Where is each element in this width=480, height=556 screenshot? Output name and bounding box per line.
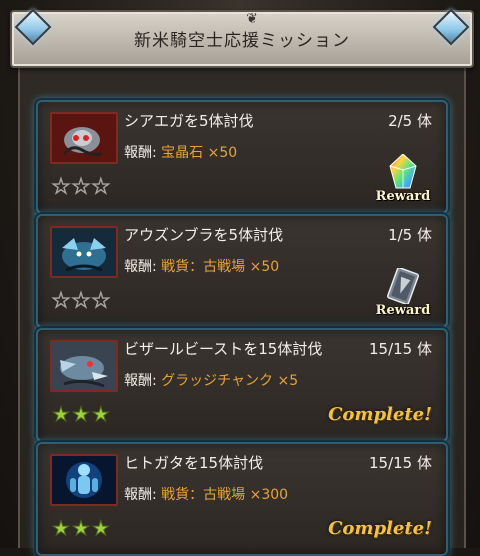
reward-label: Reward	[375, 303, 431, 318]
ornament-icon: ❦	[246, 11, 258, 27]
star-full-icon: ★	[91, 402, 112, 427]
mission-card[interactable]: シアエガを5体討伐 2/5 体 報酬: 宝晶石 ×50 ★★★ Reward	[36, 100, 448, 214]
reward-prefix: 報酬:	[124, 145, 162, 161]
reward-value: グラッジチャンク ×5	[161, 373, 299, 389]
reward-line: 報酬: 宝晶石 ×50	[124, 142, 237, 162]
star-full-icon: ★	[71, 516, 92, 541]
mission-title: ヒトガタを15体討伐	[124, 454, 264, 472]
window-header: ❦ 新米騎空士応援ミッション	[10, 10, 474, 68]
enemy-thumbnail-icon	[50, 454, 118, 506]
mission-progress: 2/5 体	[388, 112, 432, 130]
mission-progress: 15/15 体	[369, 454, 432, 472]
reward-prefix: 報酬:	[124, 373, 162, 389]
reward-value: 戦貨：古戦場 ×300	[161, 487, 289, 503]
mission-title: シアエガを5体討伐	[124, 112, 254, 130]
enemy-thumbnail-icon	[50, 340, 118, 392]
mission-title: ビザールビーストを15体討伐	[124, 340, 323, 358]
star-empty-icon: ★	[91, 173, 112, 198]
reward-line: 報酬: 戦貨：古戦場 ×50	[124, 256, 279, 276]
reward-line: 報酬: 戦貨：古戦場 ×300	[124, 484, 288, 504]
reward-value: 宝晶石 ×50	[161, 145, 238, 161]
star-rating: ★★★	[52, 402, 112, 427]
star-full-icon: ★	[91, 516, 112, 541]
reward-label: Reward	[375, 189, 431, 204]
mission-card[interactable]: ヒトガタを15体討伐 15/15 体 報酬: 戦貨：古戦場 ×300 ★★★ C…	[36, 442, 448, 556]
star-empty-icon: ★	[91, 287, 112, 312]
complete-label: Complete!	[328, 404, 432, 425]
enemy-thumbnail-icon	[50, 112, 118, 164]
star-empty-icon: ★	[71, 173, 92, 198]
reward-value: 戦貨：古戦場 ×50	[161, 259, 280, 275]
star-empty-icon: ★	[51, 287, 72, 312]
page-title: 新米騎空士応援ミッション	[134, 31, 350, 51]
mission-title: アウズンブラを5体討伐	[124, 226, 284, 244]
mission-window: ❦ 新米騎空士応援ミッション シアエガを5体討伐 2/5 体 報酬: 宝晶石 ×…	[0, 0, 480, 556]
mission-card[interactable]: アウズンブラを5体討伐 1/5 体 報酬: 戦貨：古戦場 ×50 ★★★ Rew…	[36, 214, 448, 328]
complete-label: Complete!	[328, 518, 432, 539]
star-empty-icon: ★	[51, 173, 72, 198]
star-rating: ★★★	[52, 516, 112, 541]
medal-card-icon	[387, 267, 419, 305]
star-full-icon: ★	[52, 516, 72, 541]
mission-progress: 15/15 体	[369, 340, 432, 358]
reward-button[interactable]: Reward	[372, 267, 434, 318]
crystal-icon	[389, 153, 417, 189]
mission-progress: 1/5 体	[388, 226, 432, 244]
reward-line: 報酬: グラッジチャンク ×5	[124, 370, 298, 390]
star-full-icon: ★	[71, 402, 92, 427]
mission-card[interactable]: ビザールビーストを15体討伐 15/15 体 報酬: グラッジチャンク ×5 ★…	[36, 328, 448, 442]
star-empty-icon: ★	[71, 287, 92, 312]
reward-prefix: 報酬:	[124, 259, 162, 275]
star-rating: ★★★	[51, 173, 112, 198]
enemy-thumbnail-icon	[50, 226, 118, 278]
star-full-icon: ★	[52, 402, 72, 427]
star-rating: ★★★	[51, 287, 112, 312]
reward-prefix: 報酬:	[124, 487, 162, 503]
reward-button[interactable]: Reward	[372, 153, 434, 204]
